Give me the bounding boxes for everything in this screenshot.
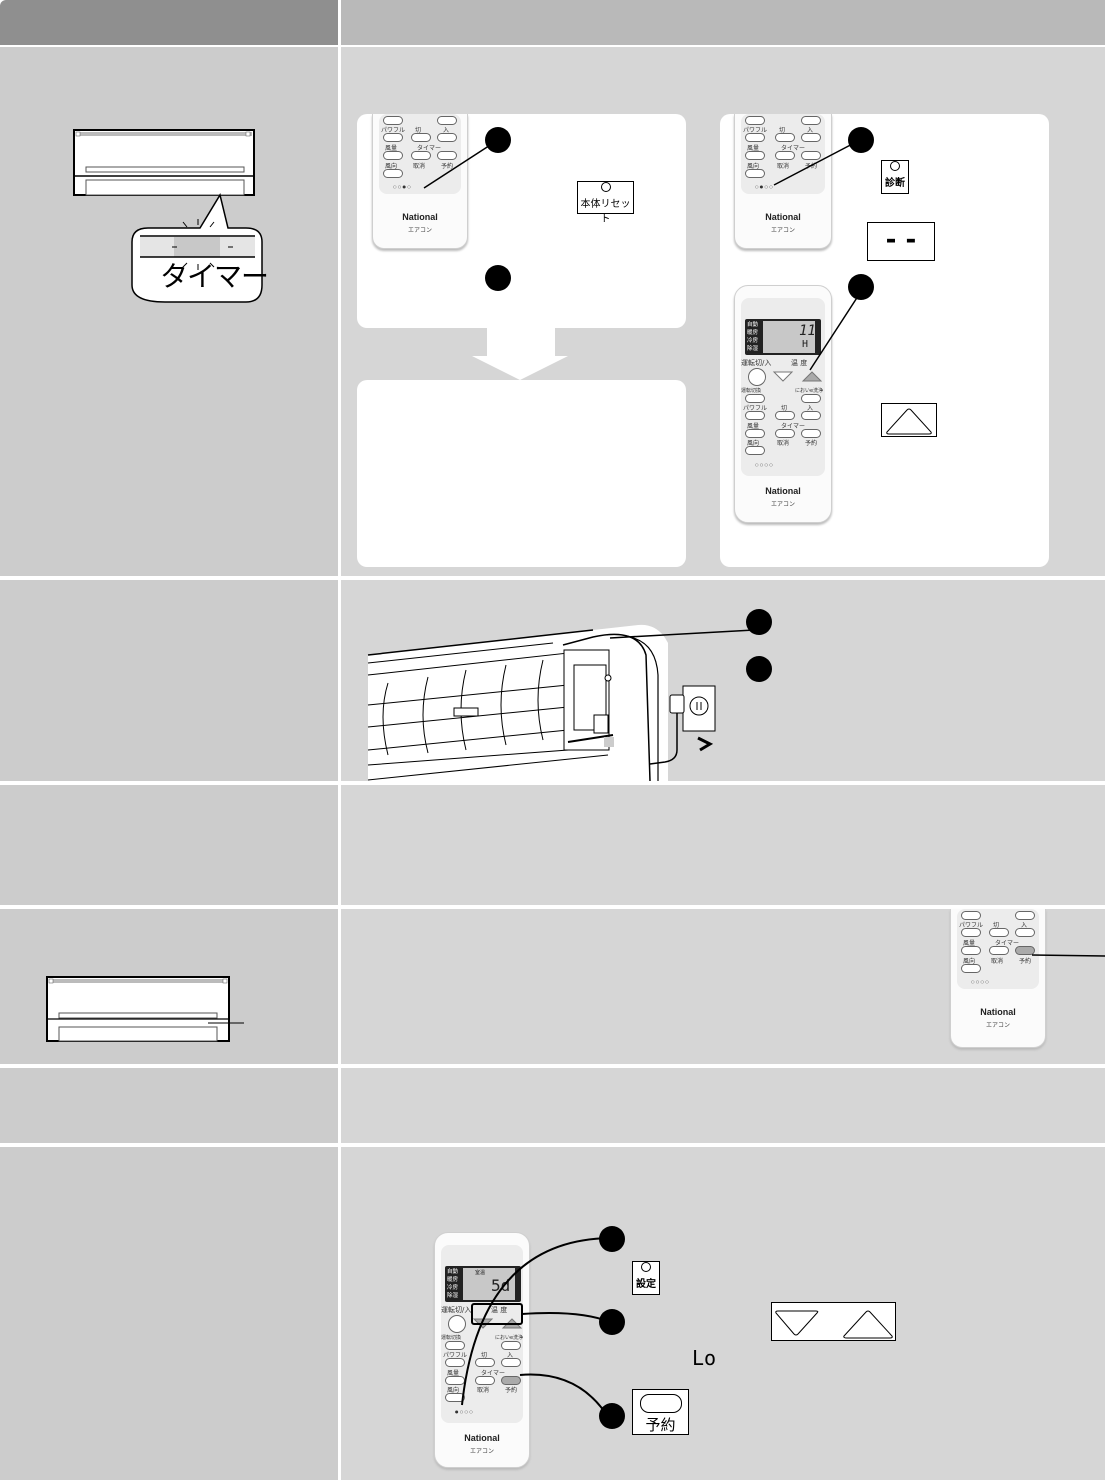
reserve-label: 予約 [1019, 958, 1032, 965]
odor-button[interactable] [801, 394, 821, 403]
power-plug-outlet-illustration [649, 685, 716, 765]
timer-off-button[interactable] [989, 928, 1009, 937]
set-button-icon: 設定 [632, 1261, 660, 1295]
remote-button [801, 116, 821, 125]
mode-switch-label: 運転切換 [741, 388, 762, 394]
remote-button [1015, 911, 1035, 920]
power-button[interactable] [748, 368, 766, 386]
timer-reserve-button[interactable] [801, 429, 821, 438]
step-badge-1 [746, 609, 772, 635]
step-badge-2 [485, 265, 511, 291]
temp-down-button[interactable] [772, 371, 794, 382]
timer-indicator-label: タイマー [160, 260, 269, 293]
diagnosis-button-icon: 診断 [881, 160, 909, 194]
small-buttons-row: ○ ○ ● ○ [393, 184, 411, 189]
remote-brand: National [765, 212, 801, 222]
remote-subtitle: エアコン [469, 1448, 494, 1455]
fan-direction-button[interactable] [961, 964, 981, 973]
display-lo: Lo [692, 1346, 717, 1370]
powerful-button[interactable] [745, 133, 765, 142]
callout-line-row4 [1031, 954, 1105, 957]
step-badge-2 [848, 274, 874, 300]
run-on-off-label: 運転切/入 [741, 359, 772, 367]
row5-left-cell [0, 1068, 338, 1143]
timer-off-button[interactable] [775, 411, 795, 420]
remote-subtitle: エアコン [985, 1022, 1010, 1029]
step-badge-3 [599, 1403, 625, 1429]
remote-button [383, 116, 403, 125]
diagnosis-button-label: 診断 [885, 178, 905, 189]
row5-right-cell [341, 1068, 1105, 1143]
step-badge-2 [746, 656, 772, 682]
reserve-label: 予約 [805, 440, 818, 447]
remote-subtitle: エアコン [770, 227, 795, 234]
step-badge-1 [599, 1226, 625, 1252]
temp-down-up-buttons-icon [771, 1302, 896, 1341]
row3-left-cell [0, 785, 338, 905]
remote-button [745, 116, 765, 125]
mode-switch-button[interactable] [745, 394, 765, 403]
set-button-label: 設定 [636, 1279, 656, 1290]
row6-left-cell [0, 1147, 338, 1480]
fan-speed-button[interactable] [745, 429, 765, 438]
small-buttons-row: ○ ○ ○ ○ [971, 979, 989, 984]
cancel-label: 取消 [991, 958, 1004, 965]
powerful-button[interactable] [383, 133, 403, 142]
cancel-label: 取消 [777, 440, 790, 447]
callout-line-row2 [609, 629, 755, 639]
timer-cancel-button[interactable] [775, 429, 795, 438]
fan-speed-button[interactable] [961, 946, 981, 955]
remote-button [961, 911, 981, 920]
remote-brand: National [402, 212, 438, 222]
fan-speed-button[interactable] [383, 151, 403, 160]
timer-cancel-button[interactable] [989, 946, 1009, 955]
remote-subtitle: エアコン [407, 227, 432, 234]
powerful-button[interactable] [745, 411, 765, 420]
fan-direction-button[interactable] [383, 169, 403, 178]
remote-button [437, 116, 457, 125]
remote-subtitle: エアコン [770, 501, 795, 508]
header-right-cell [341, 0, 1105, 45]
remote-brand: National [980, 1007, 1016, 1017]
indoor-unit-illustration [46, 976, 244, 1042]
row3-right-cell [341, 785, 1105, 905]
main-reset-button-icon: 本体リセット [577, 181, 634, 225]
small-buttons-row: ○ ○ ○ ○ [755, 462, 773, 467]
row2-left-cell [0, 580, 338, 781]
odor-label: においe洗浄 [795, 388, 824, 394]
fan-direction-button[interactable] [745, 169, 765, 178]
step-badge-1 [485, 127, 511, 153]
powerful-button[interactable] [961, 928, 981, 937]
fan-direction-button[interactable] [745, 446, 765, 455]
temp-up-button-icon [881, 403, 937, 437]
fan-speed-button[interactable] [745, 151, 765, 160]
down-arrow [472, 328, 568, 380]
reserve-button-label: 予約 [645, 1416, 676, 1434]
remote-control-partial-c: パワフル 切 入 風量 タイマー 風向 取消 予約 ○ ○ ○ ○ Nation… [950, 909, 1046, 1048]
result-panel [357, 380, 686, 567]
timer-on-button[interactable] [1015, 928, 1035, 937]
step-badge-2 [599, 1309, 625, 1335]
header-left-cell [0, 0, 338, 45]
remote-brand: National [464, 1433, 500, 1443]
timer-on-button[interactable] [801, 411, 821, 420]
mode-list: 自動 暖房 冷房 除湿 [747, 322, 759, 352]
display-dashes: - - [867, 222, 935, 261]
remote-brand: National [765, 486, 801, 496]
step-badge-1 [848, 127, 874, 153]
reserve-button-icon: 予約 [632, 1389, 689, 1435]
